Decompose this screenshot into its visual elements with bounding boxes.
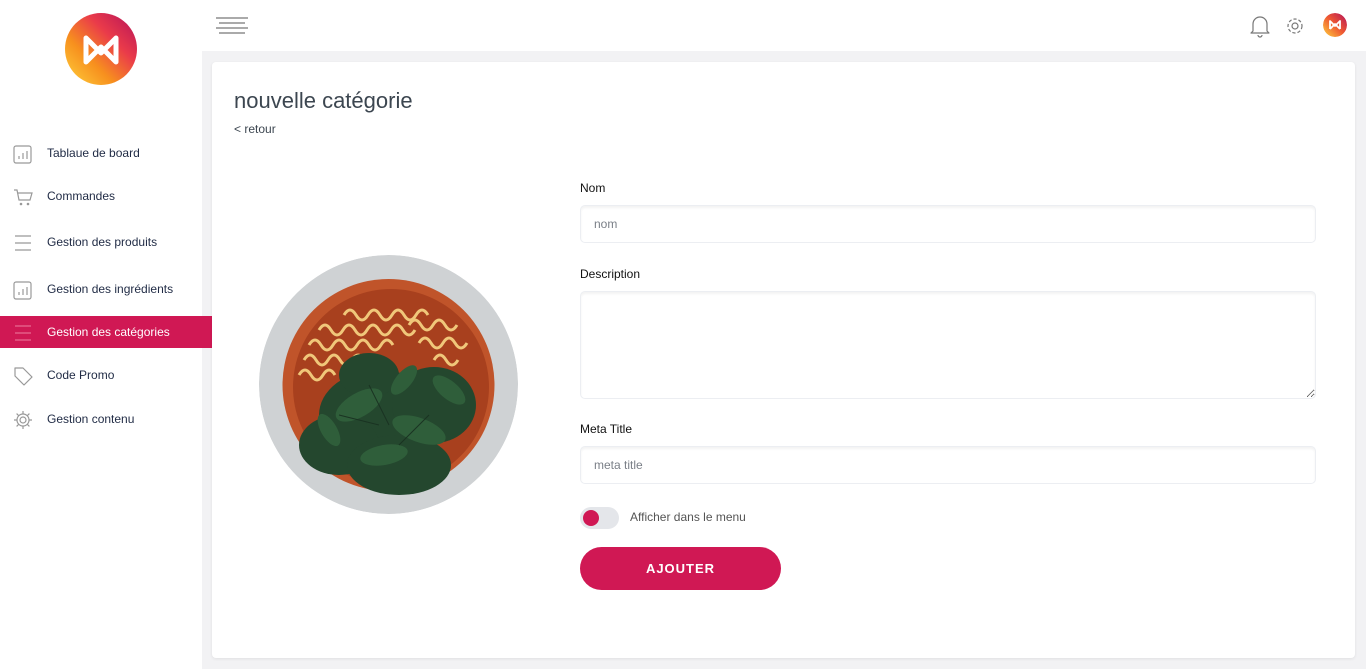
add-button[interactable]: AJOUTER: [580, 547, 781, 590]
show-in-menu-label: Afficher dans le menu: [630, 510, 746, 524]
description-textarea[interactable]: [580, 291, 1316, 399]
list-icon: [15, 235, 31, 251]
page-title: nouvelle catégorie: [234, 88, 413, 113]
sidebar-item-label: Gestion des catégories: [47, 325, 170, 339]
sidebar-item-label: Tablaue de board: [47, 146, 140, 160]
name-label: Nom: [580, 181, 606, 195]
sidebar-item-ingredients[interactable]: Gestion des ingrédients: [0, 273, 230, 305]
chart-icon: [13, 281, 32, 300]
sidebar-item-label: Gestion contenu: [47, 412, 135, 426]
sidebar-item-dashboard[interactable]: Tablaue de board: [0, 137, 230, 169]
sidebar-item-label: Commandes: [47, 189, 116, 203]
sidebar-item-label: Gestion des produits: [47, 235, 158, 249]
sidebar: Tablaue de board Commandes Gestion des p…: [0, 0, 230, 669]
back-link[interactable]: < retour: [234, 122, 276, 136]
sidebar-item-label: Code Promo: [47, 368, 115, 382]
name-input[interactable]: [580, 205, 1316, 243]
description-label: Description: [580, 267, 641, 281]
brand-logo: [65, 13, 137, 85]
gear-icon[interactable]: [1284, 14, 1306, 38]
sidebar-item-label: Gestion des ingrédients: [47, 282, 174, 296]
tag-icon: [14, 367, 33, 386]
menu-icon[interactable]: [216, 16, 248, 36]
main-card: nouvelle catégorie < retour Nom nom Desc…: [212, 62, 1355, 658]
sidebar-item-products[interactable]: Gestion des produits: [0, 226, 230, 258]
sidebar-item-content[interactable]: Gestion contenu: [0, 403, 230, 435]
sidebar-item-promo[interactable]: Code Promo: [0, 359, 230, 391]
avatar[interactable]: [1323, 13, 1347, 37]
sidebar-item-categories[interactable]: Gestion des catégories: [0, 316, 230, 348]
sidebar-item-orders[interactable]: Commandes: [0, 180, 230, 212]
toggle-knob: [583, 510, 599, 526]
show-in-menu-toggle[interactable]: [580, 507, 619, 529]
cart-icon: [14, 189, 33, 206]
list-icon: [15, 325, 31, 341]
gear-icon: [14, 411, 32, 429]
bell-icon[interactable]: [1249, 14, 1271, 38]
category-image[interactable]: [259, 255, 518, 514]
meta-title-label: Meta Title: [580, 422, 633, 436]
meta-title-input[interactable]: [580, 446, 1316, 484]
chart-icon: [13, 145, 32, 164]
topbar: [202, 0, 1366, 51]
